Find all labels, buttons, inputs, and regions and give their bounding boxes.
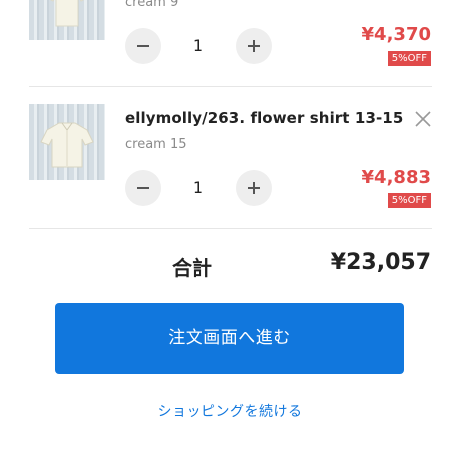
cart-item: cream 9 1 ¥4,370 5%OFF bbox=[0, 0, 460, 90]
increase-quantity-button[interactable] bbox=[236, 170, 272, 206]
decrease-quantity-button[interactable] bbox=[125, 28, 161, 64]
item-variant: cream 9 bbox=[125, 0, 179, 10]
item-price: ¥4,370 bbox=[361, 24, 431, 45]
item-price: ¥4,883 bbox=[361, 167, 431, 188]
item-title[interactable]: ellymolly/263. flower shirt 13-15 bbox=[125, 109, 403, 127]
continue-shopping-link[interactable]: ショッピングを続ける bbox=[0, 401, 460, 421]
shirt-image bbox=[49, 0, 85, 27]
total-value: ¥23,057 bbox=[330, 250, 431, 275]
cart-item: ellymolly/263. flower shirt 13-15 cream … bbox=[0, 87, 460, 228]
product-thumbnail[interactable] bbox=[29, 104, 105, 180]
discount-badge: 5%OFF bbox=[387, 51, 431, 66]
plus-icon bbox=[248, 40, 260, 52]
checkout-button[interactable]: 注文画面へ進む bbox=[55, 303, 404, 374]
discount-badge: 5%OFF bbox=[387, 193, 431, 208]
quantity-value[interactable]: 1 bbox=[178, 36, 218, 55]
minus-icon bbox=[137, 187, 149, 189]
minus-icon bbox=[137, 45, 149, 47]
product-thumbnail[interactable] bbox=[29, 0, 105, 40]
total-label: 合計 bbox=[172, 256, 212, 280]
decrease-quantity-button[interactable] bbox=[125, 170, 161, 206]
remove-item-button[interactable] bbox=[413, 109, 433, 129]
plus-icon bbox=[248, 182, 260, 194]
quantity-value[interactable]: 1 bbox=[178, 178, 218, 197]
close-icon bbox=[415, 111, 431, 127]
increase-quantity-button[interactable] bbox=[236, 28, 272, 64]
item-variant: cream 15 bbox=[125, 137, 187, 152]
shirt-image bbox=[40, 122, 94, 168]
item-divider bbox=[29, 228, 432, 229]
